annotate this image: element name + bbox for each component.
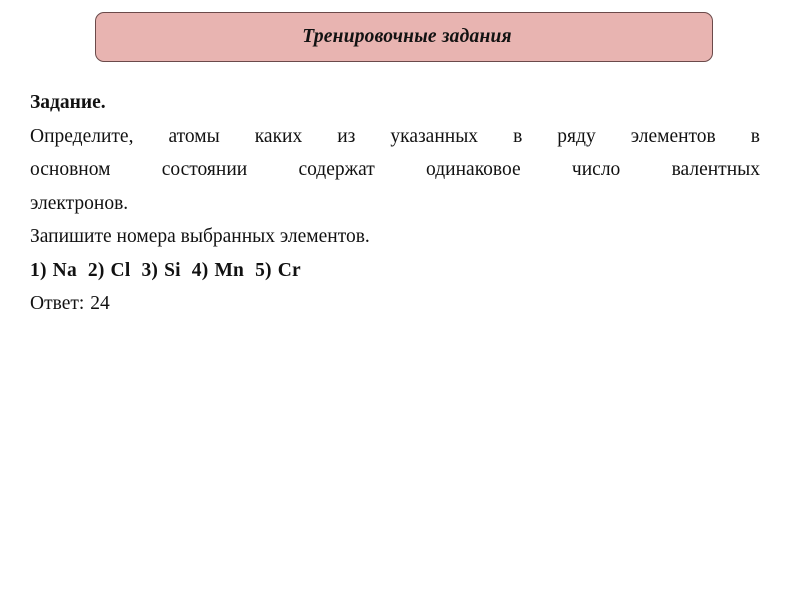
- option-number-2: 2): [87, 259, 105, 281]
- task-answer-row: Ответ: 24: [30, 287, 760, 321]
- option-symbol-5: Cr: [277, 259, 301, 281]
- option-symbol-1: Na: [52, 259, 77, 281]
- answer-value: 24: [90, 293, 110, 314]
- task-prompt-line-3: электронов.: [30, 192, 129, 214]
- option-number-1: 1): [30, 259, 47, 281]
- task-prompt-line-2: основном состоянии содержат одинаковое ч…: [30, 159, 760, 180]
- task-options-row: 1) Na 2) Cl 3) Si 4) Mn 5) Cr: [30, 254, 760, 288]
- option-number-5: 5): [255, 259, 272, 281]
- task-label-line: Задание.: [30, 86, 760, 120]
- option-symbol-2: Cl: [110, 259, 131, 281]
- task-label: Задание.: [30, 92, 106, 113]
- task-instruction: Запишите номера выбранных элементов.: [30, 226, 370, 247]
- task-body: Задание. Определите, атомы каких из указ…: [30, 86, 760, 321]
- slide-header-title: Тренировочные задания: [302, 26, 512, 47]
- answer-label: Ответ:: [30, 293, 85, 314]
- option-symbol-4: Mn: [214, 259, 245, 281]
- slide-header-banner: Тренировочные задания: [95, 12, 713, 62]
- option-number-3: 3): [141, 259, 159, 281]
- task-prompt-line-1: Определите, атомы каких из указанных в р…: [30, 125, 760, 147]
- option-number-4: 4): [191, 259, 209, 281]
- option-symbol-3: Si: [164, 259, 181, 281]
